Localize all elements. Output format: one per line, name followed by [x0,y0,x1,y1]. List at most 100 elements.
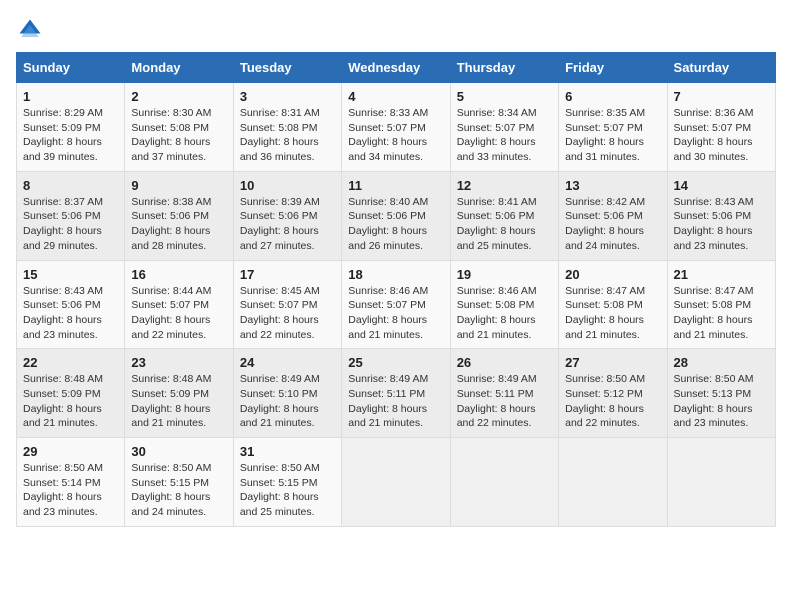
calendar-cell: 6 Sunrise: 8:35 AM Sunset: 5:07 PM Daylig… [559,83,667,172]
col-header-monday: Monday [125,53,233,83]
day-number: 14 [674,178,769,193]
day-number: 29 [23,444,118,459]
day-number: 12 [457,178,552,193]
day-info: Sunrise: 8:47 AM Sunset: 5:08 PM Dayligh… [674,284,769,343]
calendar-cell: 7 Sunrise: 8:36 AM Sunset: 5:07 PM Daylig… [667,83,775,172]
day-info: Sunrise: 8:46 AM Sunset: 5:08 PM Dayligh… [457,284,552,343]
day-number: 3 [240,89,335,104]
logo-icon [16,16,44,44]
day-info: Sunrise: 8:50 AM Sunset: 5:12 PM Dayligh… [565,372,660,431]
calendar-cell: 30 Sunrise: 8:50 AM Sunset: 5:15 PM Dayli… [125,438,233,527]
day-number: 15 [23,267,118,282]
calendar-cell: 3 Sunrise: 8:31 AM Sunset: 5:08 PM Daylig… [233,83,341,172]
day-info: Sunrise: 8:35 AM Sunset: 5:07 PM Dayligh… [565,106,660,165]
day-info: Sunrise: 8:45 AM Sunset: 5:07 PM Dayligh… [240,284,335,343]
calendar-cell: 23 Sunrise: 8:48 AM Sunset: 5:09 PM Dayli… [125,349,233,438]
col-header-friday: Friday [559,53,667,83]
col-header-saturday: Saturday [667,53,775,83]
day-number: 9 [131,178,226,193]
day-number: 18 [348,267,443,282]
day-number: 4 [348,89,443,104]
calendar-cell: 21 Sunrise: 8:47 AM Sunset: 5:08 PM Dayli… [667,260,775,349]
calendar-cell: 28 Sunrise: 8:50 AM Sunset: 5:13 PM Dayli… [667,349,775,438]
calendar-cell [559,438,667,527]
calendar-cell: 12 Sunrise: 8:41 AM Sunset: 5:06 PM Dayli… [450,171,558,260]
day-info: Sunrise: 8:33 AM Sunset: 5:07 PM Dayligh… [348,106,443,165]
day-number: 19 [457,267,552,282]
day-info: Sunrise: 8:30 AM Sunset: 5:08 PM Dayligh… [131,106,226,165]
calendar-cell: 11 Sunrise: 8:40 AM Sunset: 5:06 PM Dayli… [342,171,450,260]
calendar-cell: 19 Sunrise: 8:46 AM Sunset: 5:08 PM Dayli… [450,260,558,349]
col-header-wednesday: Wednesday [342,53,450,83]
day-info: Sunrise: 8:42 AM Sunset: 5:06 PM Dayligh… [565,195,660,254]
calendar-header-row: SundayMondayTuesdayWednesdayThursdayFrid… [17,53,776,83]
calendar-cell: 8 Sunrise: 8:37 AM Sunset: 5:06 PM Daylig… [17,171,125,260]
day-info: Sunrise: 8:31 AM Sunset: 5:08 PM Dayligh… [240,106,335,165]
day-number: 10 [240,178,335,193]
calendar-cell: 25Sunrise: 8:49 AM Sunset: 5:11 PM Dayli… [342,349,450,438]
day-info: Sunrise: 8:48 AM Sunset: 5:09 PM Dayligh… [131,372,226,431]
day-info: Sunrise: 8:50 AM Sunset: 5:13 PM Dayligh… [674,372,769,431]
day-number: 30 [131,444,226,459]
day-number: 5 [457,89,552,104]
day-number: 24 [240,355,335,370]
day-info: Sunrise: 8:41 AM Sunset: 5:06 PM Dayligh… [457,195,552,254]
calendar-cell: 31Sunrise: 8:50 AM Sunset: 5:15 PM Dayli… [233,438,341,527]
day-number: 22 [23,355,118,370]
calendar-cell: 13 Sunrise: 8:42 AM Sunset: 5:06 PM Dayli… [559,171,667,260]
day-info: Sunrise: 8:29 AM Sunset: 5:09 PM Dayligh… [23,106,118,165]
day-info: Sunrise: 8:48 AM Sunset: 5:09 PM Dayligh… [23,372,118,431]
calendar-cell [450,438,558,527]
calendar-cell: 24Sunrise: 8:49 AM Sunset: 5:10 PM Dayli… [233,349,341,438]
day-info: Sunrise: 8:40 AM Sunset: 5:06 PM Dayligh… [348,195,443,254]
day-info: Sunrise: 8:34 AM Sunset: 5:07 PM Dayligh… [457,106,552,165]
day-number: 1 [23,89,118,104]
day-number: 23 [131,355,226,370]
day-info: Sunrise: 8:43 AM Sunset: 5:06 PM Dayligh… [674,195,769,254]
calendar-cell: 15 Sunrise: 8:43 AM Sunset: 5:06 PM Dayli… [17,260,125,349]
calendar-table: SundayMondayTuesdayWednesdayThursdayFrid… [16,52,776,527]
day-info: Sunrise: 8:37 AM Sunset: 5:06 PM Dayligh… [23,195,118,254]
day-number: 20 [565,267,660,282]
calendar-cell: 27 Sunrise: 8:50 AM Sunset: 5:12 PM Dayli… [559,349,667,438]
calendar-cell: 22 Sunrise: 8:48 AM Sunset: 5:09 PM Dayli… [17,349,125,438]
calendar-week-2: 8 Sunrise: 8:37 AM Sunset: 5:06 PM Daylig… [17,171,776,260]
day-info: Sunrise: 8:36 AM Sunset: 5:07 PM Dayligh… [674,106,769,165]
calendar-cell [342,438,450,527]
calendar-cell: 2Sunrise: 8:30 AM Sunset: 5:08 PM Daylig… [125,83,233,172]
header [16,16,776,44]
day-info: Sunrise: 8:38 AM Sunset: 5:06 PM Dayligh… [131,195,226,254]
calendar-cell [667,438,775,527]
calendar-cell: 9 Sunrise: 8:38 AM Sunset: 5:06 PM Daylig… [125,171,233,260]
day-info: Sunrise: 8:49 AM Sunset: 5:11 PM Dayligh… [348,372,443,431]
col-header-thursday: Thursday [450,53,558,83]
day-number: 6 [565,89,660,104]
calendar-week-5: 29 Sunrise: 8:50 AM Sunset: 5:14 PM Dayli… [17,438,776,527]
day-info: Sunrise: 8:50 AM Sunset: 5:15 PM Dayligh… [240,461,335,520]
day-info: Sunrise: 8:43 AM Sunset: 5:06 PM Dayligh… [23,284,118,343]
calendar-cell: 20 Sunrise: 8:47 AM Sunset: 5:08 PM Dayli… [559,260,667,349]
day-info: Sunrise: 8:50 AM Sunset: 5:15 PM Dayligh… [131,461,226,520]
day-number: 27 [565,355,660,370]
day-number: 28 [674,355,769,370]
day-number: 26 [457,355,552,370]
day-info: Sunrise: 8:39 AM Sunset: 5:06 PM Dayligh… [240,195,335,254]
day-number: 7 [674,89,769,104]
calendar-cell: 17 Sunrise: 8:45 AM Sunset: 5:07 PM Dayli… [233,260,341,349]
day-number: 13 [565,178,660,193]
day-info: Sunrise: 8:46 AM Sunset: 5:07 PM Dayligh… [348,284,443,343]
col-header-sunday: Sunday [17,53,125,83]
day-info: Sunrise: 8:50 AM Sunset: 5:14 PM Dayligh… [23,461,118,520]
day-info: Sunrise: 8:44 AM Sunset: 5:07 PM Dayligh… [131,284,226,343]
calendar-cell: 16Sunrise: 8:44 AM Sunset: 5:07 PM Dayli… [125,260,233,349]
day-number: 11 [348,178,443,193]
calendar-cell: 14 Sunrise: 8:43 AM Sunset: 5:06 PM Dayli… [667,171,775,260]
day-number: 8 [23,178,118,193]
logo [16,16,48,44]
day-info: Sunrise: 8:47 AM Sunset: 5:08 PM Dayligh… [565,284,660,343]
calendar-week-4: 22 Sunrise: 8:48 AM Sunset: 5:09 PM Dayli… [17,349,776,438]
calendar-cell: 1 Sunrise: 8:29 AM Sunset: 5:09 PM Daylig… [17,83,125,172]
calendar-cell: 18 Sunrise: 8:46 AM Sunset: 5:07 PM Dayli… [342,260,450,349]
day-number: 21 [674,267,769,282]
day-number: 17 [240,267,335,282]
